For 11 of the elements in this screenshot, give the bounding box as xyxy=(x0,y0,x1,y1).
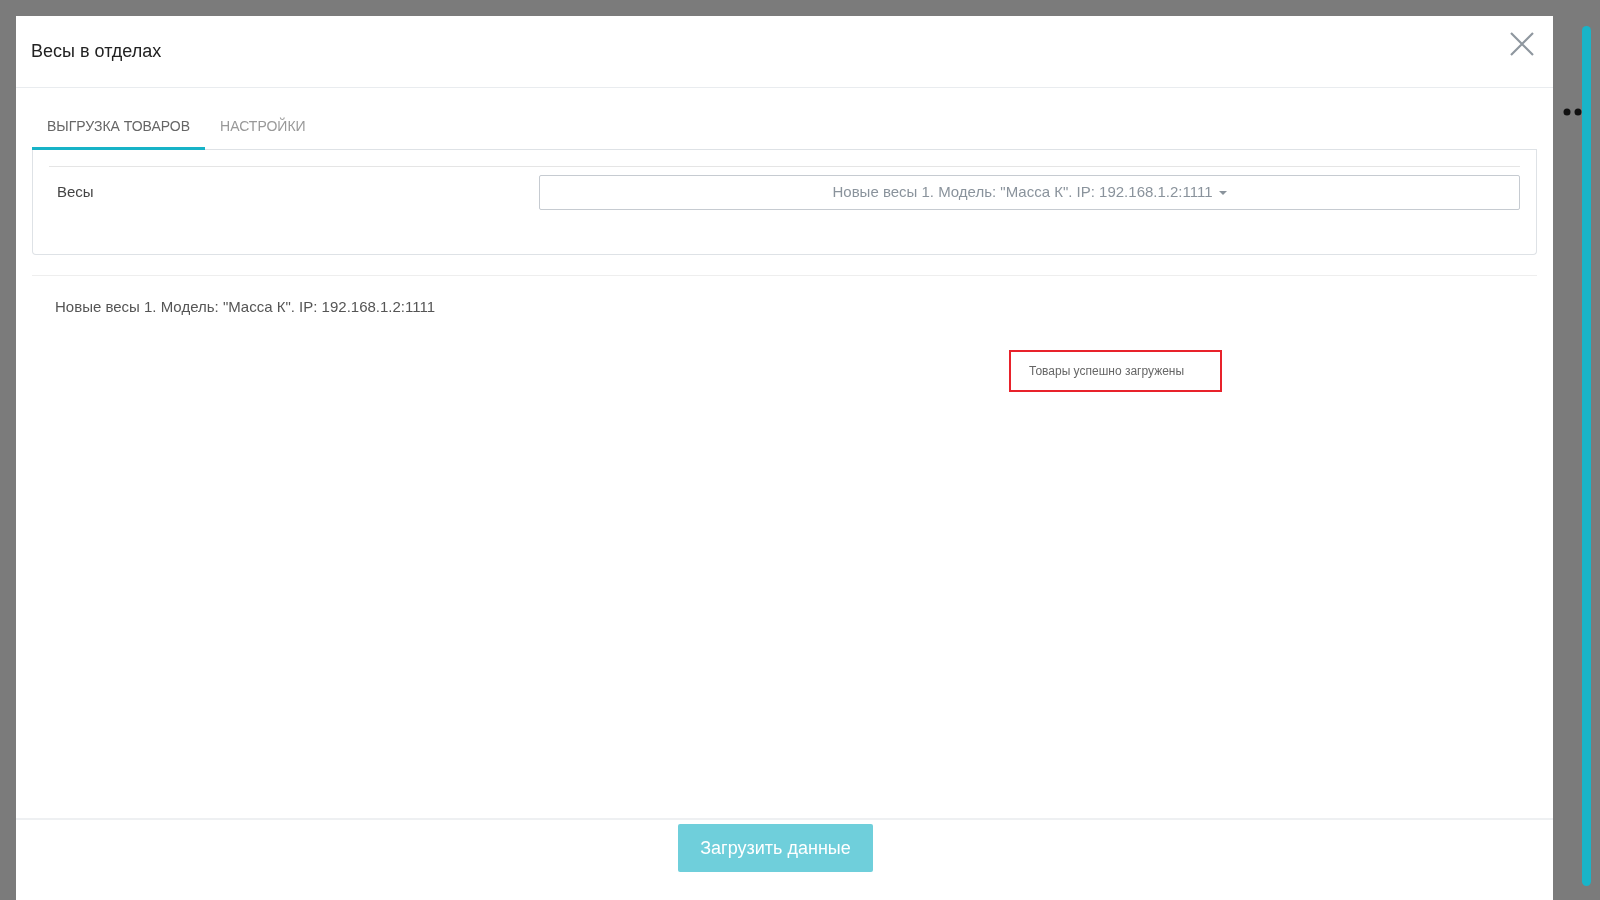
modal-title: Весы в отделах xyxy=(31,40,162,63)
caret-icon xyxy=(1218,190,1227,195)
scrollbar[interactable] xyxy=(1582,26,1591,886)
scale-dropdown[interactable]: Новые весы 1. Модель: "Масса К". IP: 192.168.1.2:1111 xyxy=(539,175,1520,210)
tab[interactable]: НАСТРОЙКИ xyxy=(205,108,321,150)
result-row-text: Новые весы 1. Модель: "Масса К". IP: 192.168.1.2:1111 xyxy=(55,297,437,317)
load-data-button[interactable]: Загрузить данные xyxy=(678,824,873,872)
success-toast: Товары успешно загружены xyxy=(1009,350,1222,392)
more-icon xyxy=(1563,108,1583,116)
field-label: Весы xyxy=(56,182,95,203)
tab[interactable]: ВЫГРУЗКА ТОВАРОВ xyxy=(32,108,206,150)
